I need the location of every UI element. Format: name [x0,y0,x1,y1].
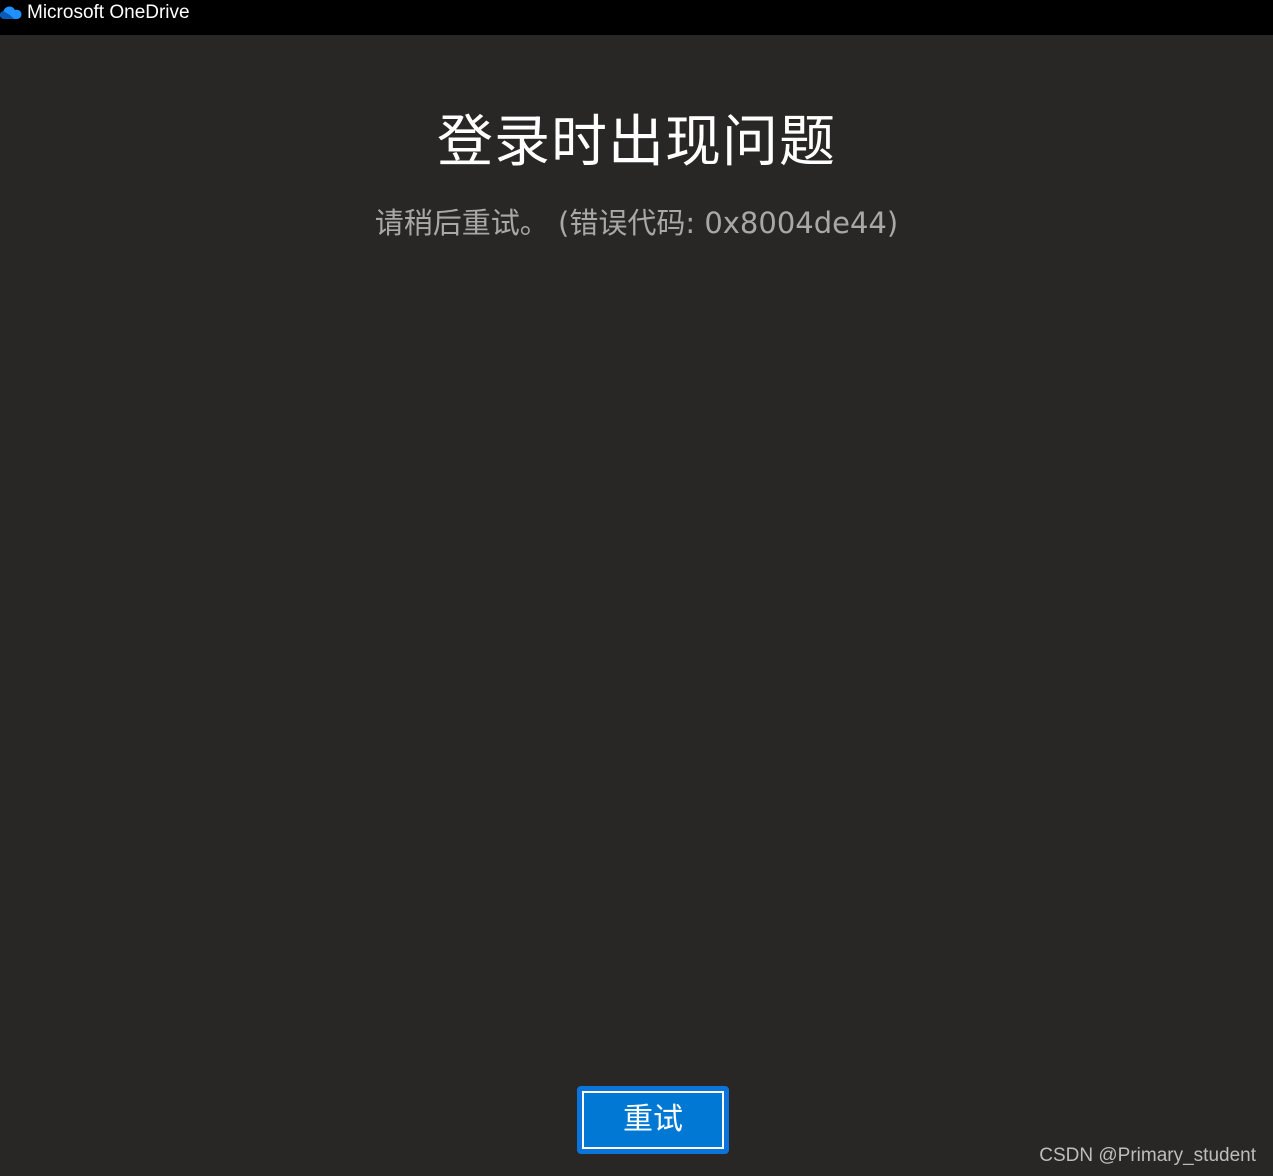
error-heading: 登录时出现问题 [437,110,836,175]
error-panel: 登录时出现问题 请稍后重试。 (错误代码: 0x8004de44) 重试 [0,35,1273,1176]
title-bar: Microsoft OneDrive [0,0,1273,35]
csdn-watermark: CSDN @Primary_student [1039,1145,1256,1166]
retry-button-label: 重试 [582,1091,724,1149]
error-message: 请稍后重试。 (错误代码: 0x8004de44) [374,206,899,240]
onedrive-cloud-icon [0,5,22,21]
retry-button[interactable]: 重试 [577,1086,729,1154]
window-title: Microsoft OneDrive [27,2,190,23]
